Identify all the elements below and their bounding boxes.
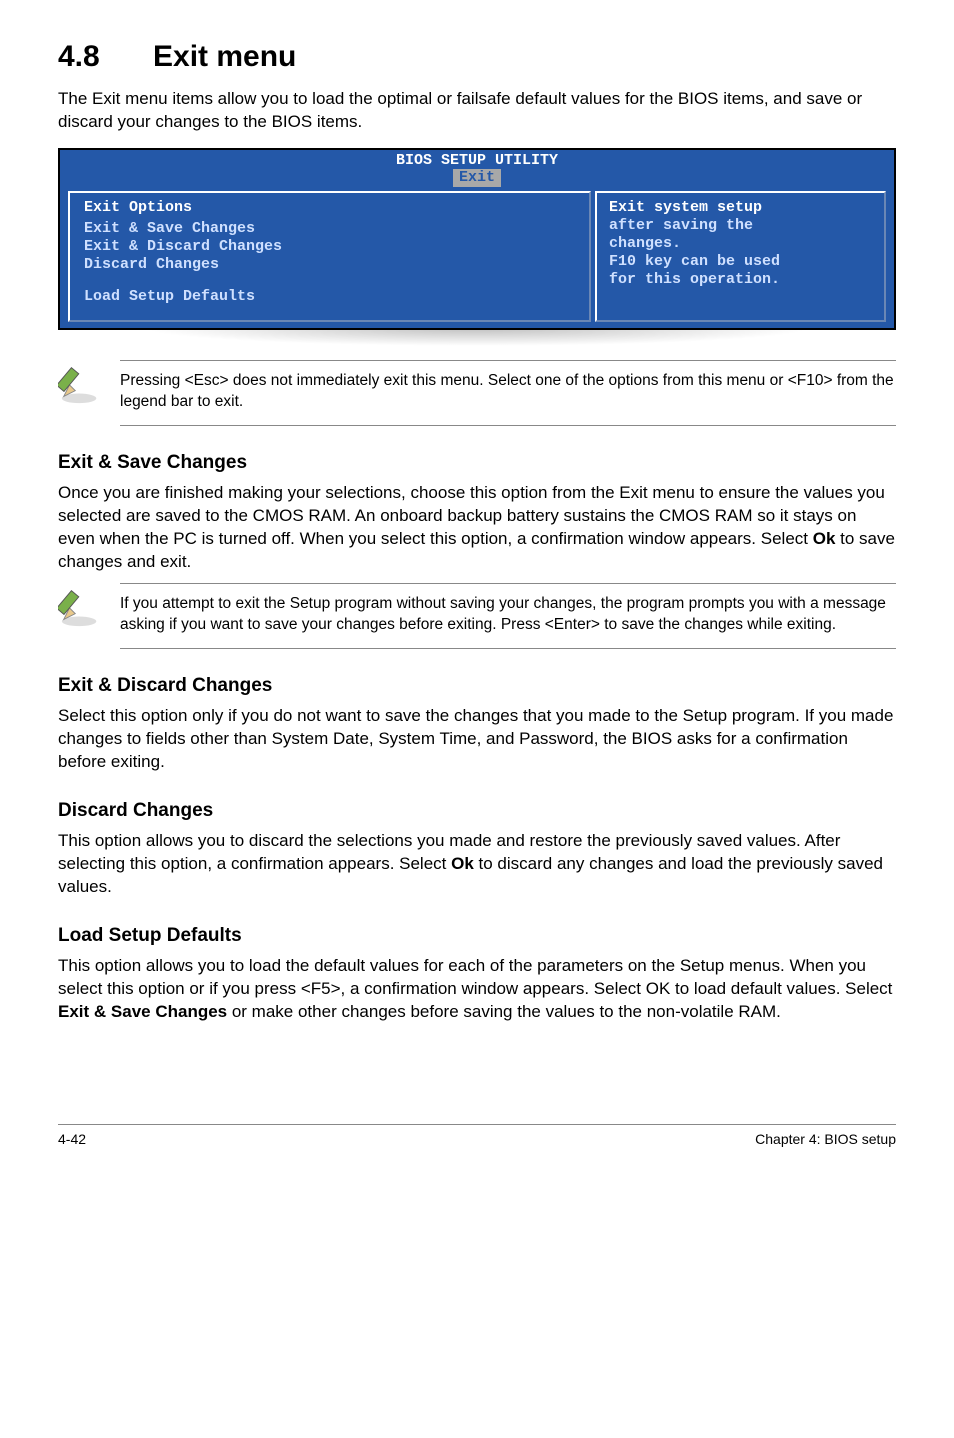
bios-help-panel: Exit system setup after saving the chang… [595, 191, 886, 322]
bios-menu-item[interactable]: Load Setup Defaults [84, 288, 579, 306]
section-heading: Discard Changes [58, 800, 896, 822]
intro-paragraph: The Exit menu items allow you to load th… [58, 88, 896, 134]
section-body: This option allows you to discard the se… [58, 830, 896, 899]
pencil-icon [58, 583, 120, 634]
chapter-label: Chapter 4: BIOS setup [755, 1131, 896, 1147]
section-heading: Load Setup Defaults [58, 925, 896, 947]
section-heading: Exit & Discard Changes [58, 675, 896, 697]
section-body: Select this option only if you do not wa… [58, 705, 896, 774]
section-body: Once you are finished making your select… [58, 482, 896, 574]
bios-help-line: after saving the [609, 217, 874, 235]
note-text: If you attempt to exit the Setup program… [120, 583, 896, 649]
bios-help-line: for this operation. [609, 271, 874, 289]
note-text: Pressing <Esc> does not immediately exit… [120, 360, 896, 426]
bios-left-panel: Exit Options Exit & Save Changes Exit & … [68, 191, 591, 322]
shadow-decoration [58, 328, 896, 350]
page-heading: 4.8Exit menu [58, 40, 896, 74]
page-number: 4-42 [58, 1131, 86, 1147]
note-box: Pressing <Esc> does not immediately exit… [58, 360, 896, 426]
bios-help-line: changes. [609, 235, 874, 253]
bios-left-title: Exit Options [84, 199, 579, 216]
bios-header: BIOS SETUP UTILITY [60, 150, 894, 169]
section-body: This option allows you to load the defau… [58, 955, 896, 1024]
bios-screenshot: BIOS SETUP UTILITY Exit Exit Options Exi… [58, 148, 896, 330]
bios-menu-item[interactable]: Exit & Save Changes [84, 220, 579, 238]
heading-title: Exit menu [153, 40, 296, 73]
pencil-icon [58, 360, 120, 411]
bios-menu-item[interactable]: Exit & Discard Changes [84, 238, 579, 256]
heading-number: 4.8 [58, 40, 153, 74]
section-heading: Exit & Save Changes [58, 452, 896, 474]
page-footer: 4-42 Chapter 4: BIOS setup [58, 1124, 896, 1147]
bios-help-line: Exit system setup [609, 199, 874, 217]
note-box: If you attempt to exit the Setup program… [58, 583, 896, 649]
bios-tab-exit: Exit [453, 169, 501, 187]
bios-menu-item[interactable]: Discard Changes [84, 256, 579, 274]
bios-help-line: F10 key can be used [609, 253, 874, 271]
bios-tab-row: Exit [60, 169, 894, 187]
